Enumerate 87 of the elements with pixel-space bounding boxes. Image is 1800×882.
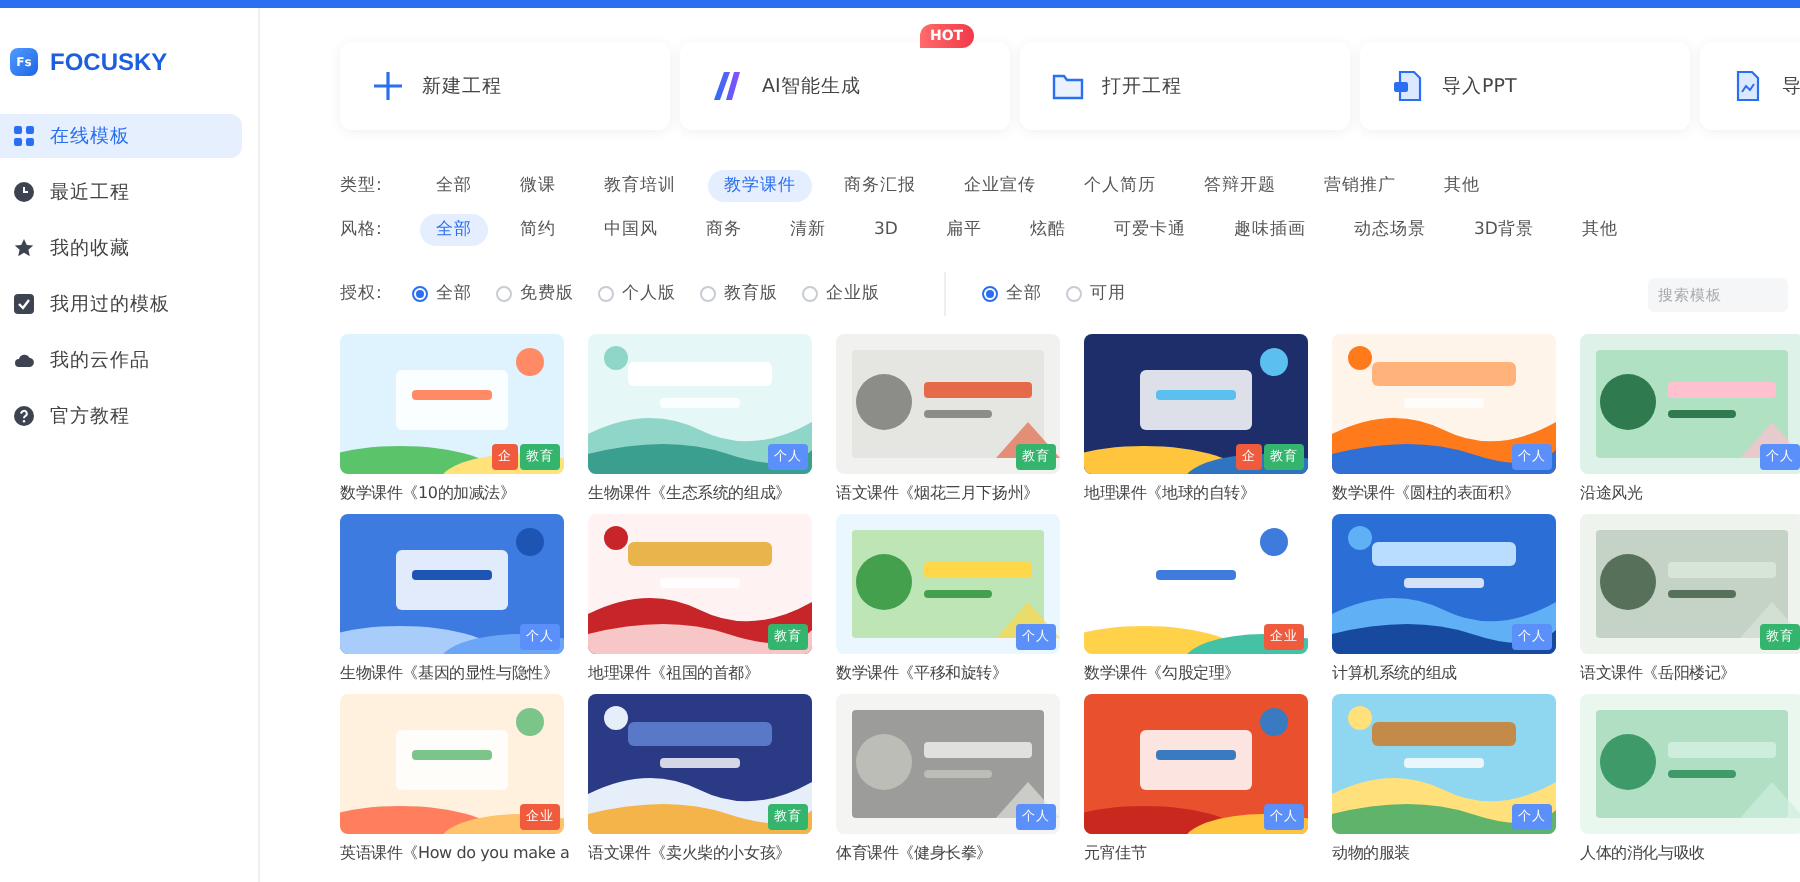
filter-chip[interactable]: 答辩开题 <box>1188 170 1292 202</box>
sidebar-item[interactable]: 我用过的模板 <box>0 282 242 326</box>
filter-chip[interactable]: 微课 <box>504 170 572 202</box>
template-title: 语文课件《卖火柴的小女孩》 <box>588 842 791 864</box>
filter-chip[interactable]: 全部 <box>420 170 488 202</box>
filter-chip[interactable]: 商务汇报 <box>828 170 932 202</box>
template-title: 沿途风光 <box>1580 482 1643 504</box>
filter-chip[interactable]: 营销推广 <box>1308 170 1412 202</box>
radio-option[interactable]: 全部 <box>412 282 472 306</box>
filter-chip[interactable]: 清新 <box>774 214 842 246</box>
filter-chip[interactable]: 商务 <box>690 214 758 246</box>
help-icon <box>14 406 34 426</box>
radio-icon[interactable] <box>802 286 818 302</box>
radio-icon[interactable] <box>496 286 512 302</box>
template-title: 语文课件《烟花三月下扬州》 <box>836 482 1039 504</box>
folder-icon <box>1052 70 1084 102</box>
template-title: 语文课件《岳阳楼记》 <box>1580 662 1737 684</box>
clock-icon <box>14 182 34 202</box>
filter-chip[interactable]: 扁平 <box>929 214 998 246</box>
filter-chip[interactable]: 3D <box>858 216 914 244</box>
filter-chip[interactable]: 可爱卡通 <box>1097 214 1202 246</box>
sidebar-item[interactable]: 最近工程 <box>0 170 242 214</box>
filter-label: 风格: <box>340 218 384 242</box>
filter-chip[interactable]: 趣味插画 <box>1217 214 1322 246</box>
radio-label: 可用 <box>1090 282 1126 306</box>
file-import-icon <box>1392 70 1424 102</box>
filter-chip[interactable]: 全部 <box>420 214 488 246</box>
filter-chip[interactable]: 其他 <box>1565 214 1634 246</box>
ai-logo-icon <box>712 70 744 102</box>
action-button[interactable]: AI智能生成 <box>680 42 1010 130</box>
check-icon <box>14 294 34 314</box>
filter-chip[interactable]: 炫酷 <box>1013 214 1082 246</box>
filter-chip[interactable]: 个人简历 <box>1068 170 1172 202</box>
sidebar-item[interactable]: 官方教程 <box>0 394 242 438</box>
radio-option[interactable]: 个人版 <box>598 282 676 306</box>
sidebar-item[interactable]: 在线模板 <box>0 114 242 158</box>
radio-icon[interactable] <box>412 286 428 302</box>
filter-chip[interactable]: 企业宣传 <box>948 170 1052 202</box>
radio-option[interactable]: 可用 <box>1066 282 1126 306</box>
template-title: 体育课件《健身长拳》 <box>836 842 993 864</box>
radio-icon[interactable] <box>982 286 998 302</box>
template-title: 地理课件《地球的自转》 <box>1084 482 1256 504</box>
filter-label: 授权: <box>340 282 384 306</box>
cloud-icon <box>14 350 34 370</box>
template-title: 地理课件《祖国的首都》 <box>588 662 760 684</box>
template-title: 人体的消化与吸收 <box>1580 842 1705 864</box>
radio-icon[interactable] <box>598 286 614 302</box>
radio-label: 全部 <box>1006 282 1042 306</box>
filter-chip[interactable]: 教育培训 <box>588 170 692 202</box>
radio-label: 个人版 <box>622 282 676 306</box>
template-title: 动物的服装 <box>1332 842 1411 864</box>
filter-chip[interactable]: 中国风 <box>588 214 674 246</box>
template-title: 数学课件《勾股定理》 <box>1084 662 1241 684</box>
action-button[interactable]: 导入PPT <box>1360 42 1690 130</box>
document-icon <box>1732 70 1764 102</box>
radio-option[interactable]: 教育版 <box>700 282 778 306</box>
radio-icon[interactable] <box>1066 286 1082 302</box>
template-title: 计算机系统的组成 <box>1332 662 1457 684</box>
radio-label: 全部 <box>436 282 472 306</box>
filter-chip[interactable]: 其他 <box>1428 170 1496 202</box>
radio-label: 企业版 <box>826 282 880 306</box>
filter-chip[interactable]: 3D背景 <box>1457 214 1550 246</box>
app-name: FOCUSKY <box>50 48 168 76</box>
sidebar-item[interactable]: 我的云作品 <box>0 338 242 382</box>
radio-option[interactable]: 全部 <box>982 282 1042 306</box>
template-title: 元宵佳节 <box>1084 842 1147 864</box>
radio-label: 免费版 <box>520 282 574 306</box>
filter-chip[interactable]: 简约 <box>504 214 572 246</box>
grid-icon <box>14 126 34 146</box>
plus-icon <box>372 70 404 102</box>
filter-label: 类型: <box>340 174 384 198</box>
template-title: 数学课件《平移和旋转》 <box>836 662 1008 684</box>
radio-label: 教育版 <box>724 282 778 306</box>
action-button[interactable]: 打开工程 <box>1020 42 1350 130</box>
template-title: 数学课件《圆柱的表面积》 <box>1332 482 1520 504</box>
radio-option[interactable]: 免费版 <box>496 282 574 306</box>
template-title: 生物课件《基因的显性与隐性》 <box>340 662 559 684</box>
sidebar-item[interactable]: 我的收藏 <box>0 226 242 270</box>
template-title: 生物课件《生态系统的组成》 <box>588 482 791 504</box>
template-title: 数学课件《10的加减法》 <box>340 482 516 504</box>
action-button[interactable]: 新建工程 <box>340 42 670 130</box>
radio-option[interactable]: 企业版 <box>802 282 880 306</box>
filter-chip[interactable]: 教学课件 <box>708 170 812 202</box>
filter-chip[interactable]: 动态场景 <box>1337 214 1442 246</box>
star-icon <box>14 238 34 258</box>
radio-icon[interactable] <box>700 286 716 302</box>
template-title: 英语课件《How do you make a <box>340 842 570 864</box>
